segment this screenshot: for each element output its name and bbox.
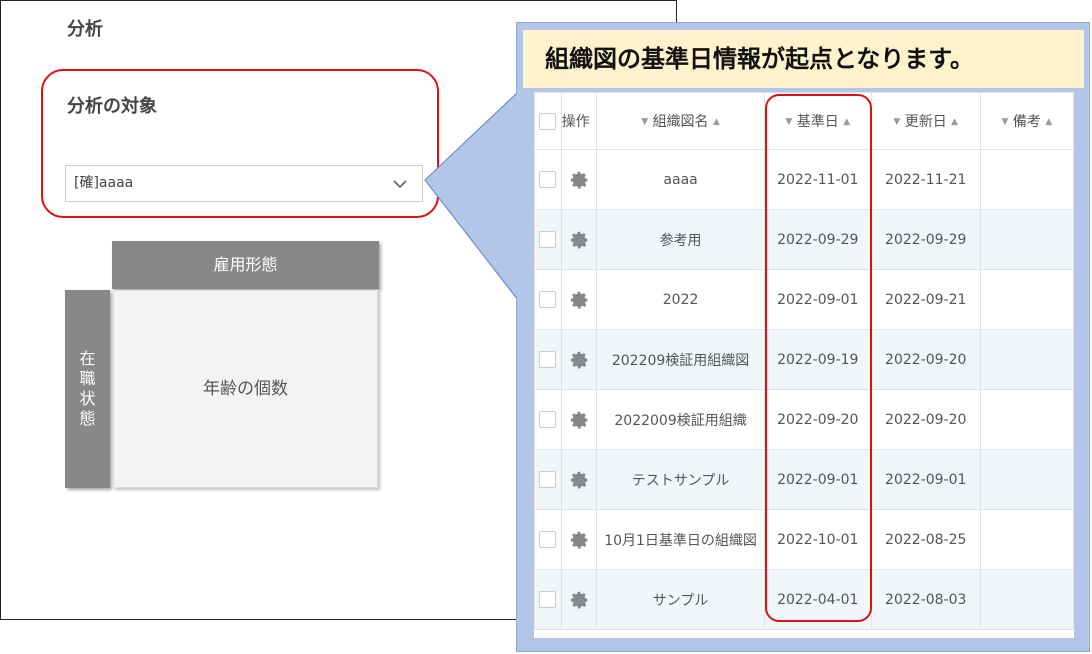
org-chart-name[interactable]: aaaa: [596, 149, 765, 210]
value-cell[interactable]: 年齢の個数: [113, 290, 378, 488]
row-action-cell[interactable]: [560, 269, 598, 330]
callout-banner: 組織図の基準日情報が起点となります。: [523, 30, 1084, 88]
row-action-cell[interactable]: [560, 149, 598, 210]
gear-icon[interactable]: [568, 229, 590, 251]
row-action-cell[interactable]: [560, 209, 598, 270]
updated-date: 2022-09-21: [870, 269, 981, 330]
row-checkbox[interactable]: [539, 471, 557, 488]
sort-asc-icon[interactable]: ▲: [1045, 117, 1052, 127]
gear-icon[interactable]: [568, 469, 590, 491]
sort-desc-icon[interactable]: ▼: [893, 117, 900, 127]
updated-date: 2022-09-20: [870, 329, 981, 390]
select-all-cell[interactable]: [534, 92, 562, 150]
row-checkbox[interactable]: [539, 231, 557, 248]
chevron-down-icon: [393, 180, 407, 189]
updated-date: 2022-11-21: [870, 149, 981, 210]
row-select-cell[interactable]: [534, 269, 562, 330]
row-checkbox[interactable]: [539, 531, 557, 548]
updated-date: 2022-08-25: [870, 509, 981, 570]
gear-icon[interactable]: [568, 409, 590, 431]
note: [979, 449, 1074, 510]
column-header-name[interactable]: ▼ 組織図名 ▲: [596, 92, 765, 150]
gear-icon[interactable]: [568, 589, 590, 611]
row-select-cell[interactable]: [534, 449, 562, 510]
row-select-cell[interactable]: [534, 149, 562, 210]
column-header-actions: 操作: [560, 92, 598, 150]
row-header-employment-status[interactable]: 在 職 状 態: [65, 290, 110, 488]
row-select-cell[interactable]: [534, 389, 562, 450]
select-all-checkbox[interactable]: [539, 112, 557, 130]
note: [979, 209, 1074, 270]
org-chart-name[interactable]: 10月1日基準日の組織図: [596, 509, 765, 570]
note: [979, 509, 1074, 570]
row-header-char: 態: [79, 409, 96, 428]
note: [979, 269, 1074, 330]
base-date-highlight-box: [765, 94, 872, 622]
row-action-cell[interactable]: [560, 449, 598, 510]
analysis-target-select[interactable]: [確]aaaa: [65, 165, 423, 202]
column-header-updated[interactable]: ▼ 更新日 ▲: [870, 92, 981, 150]
row-header-char: 状: [79, 389, 96, 408]
sort-asc-icon[interactable]: ▲: [713, 117, 720, 127]
gear-icon[interactable]: [568, 349, 590, 371]
sort-desc-icon[interactable]: ▼: [641, 117, 648, 127]
gear-icon[interactable]: [568, 289, 590, 311]
row-action-cell[interactable]: [560, 509, 598, 570]
org-chart-name[interactable]: 202209検証用組織図: [596, 329, 765, 390]
row-header-char: 職: [79, 369, 96, 388]
select-value: [確]aaaa: [74, 175, 134, 191]
updated-date: 2022-09-20: [870, 389, 981, 450]
row-select-cell[interactable]: [534, 509, 562, 570]
sort-desc-icon[interactable]: ▼: [1001, 117, 1008, 127]
note: [979, 149, 1074, 210]
sort-asc-icon[interactable]: ▲: [951, 117, 958, 127]
row-action-cell[interactable]: [560, 329, 598, 390]
note: [979, 569, 1074, 630]
gear-icon[interactable]: [568, 169, 590, 191]
column-header-employment-type[interactable]: 雇用形態: [112, 241, 379, 289]
row-select-cell[interactable]: [534, 569, 562, 630]
row-action-cell[interactable]: [560, 389, 598, 450]
row-checkbox[interactable]: [539, 351, 557, 368]
updated-date: 2022-09-01: [870, 449, 981, 510]
row-checkbox[interactable]: [539, 171, 557, 188]
row-checkbox[interactable]: [539, 291, 557, 308]
row-checkbox[interactable]: [539, 411, 557, 428]
row-checkbox[interactable]: [539, 591, 557, 608]
updated-date: 2022-08-03: [870, 569, 981, 630]
note: [979, 389, 1074, 450]
updated-date: 2022-09-29: [870, 209, 981, 270]
note: [979, 329, 1074, 390]
org-chart-name[interactable]: 2022009検証用組織: [596, 389, 765, 450]
org-chart-name[interactable]: 参考用: [596, 209, 765, 270]
org-chart-name[interactable]: サンプル: [596, 569, 765, 630]
org-chart-name[interactable]: 2022: [596, 269, 765, 330]
gear-icon[interactable]: [568, 529, 590, 551]
panel-title: 分析: [67, 19, 103, 40]
row-select-cell[interactable]: [534, 329, 562, 390]
row-select-cell[interactable]: [534, 209, 562, 270]
row-header-char: 在: [79, 349, 96, 368]
column-header-note[interactable]: ▼ 備考 ▲: [979, 92, 1074, 150]
org-chart-name[interactable]: テストサンプル: [596, 449, 765, 510]
row-action-cell[interactable]: [560, 569, 598, 630]
